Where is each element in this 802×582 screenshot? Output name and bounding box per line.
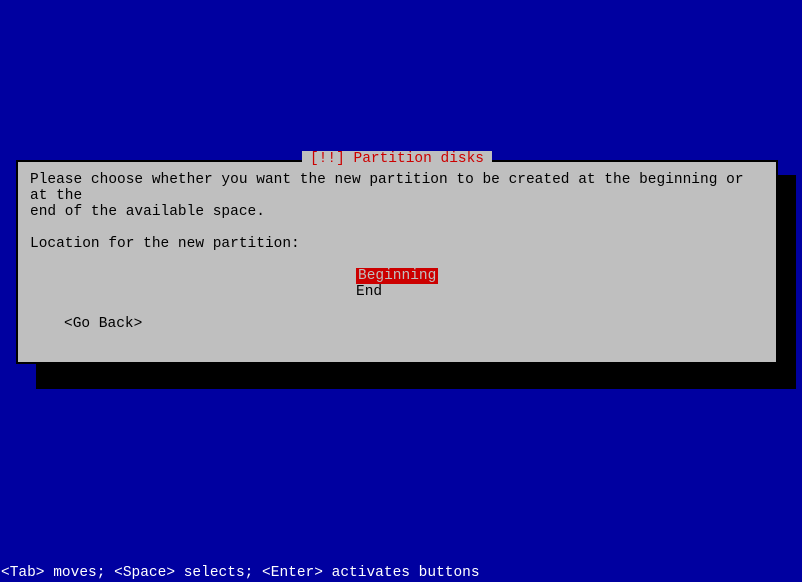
dialog-title: [!!] Partition disks [302,151,492,167]
partition-dialog: [!!] Partition disks Please choose wheth… [16,160,778,364]
prompt-text: Location for the new partition: [30,236,764,252]
dialog-content: Please choose whether you want the new p… [18,162,776,342]
option-beginning[interactable]: Beginning [356,268,764,284]
help-text: <Tab> moves; <Space> selects; <Enter> ac… [1,565,480,581]
instruction-text: Please choose whether you want the new p… [30,172,764,220]
option-end[interactable]: End [356,284,764,300]
options-list: Beginning End [356,268,764,300]
go-back-button[interactable]: <Go Back> [64,316,764,332]
